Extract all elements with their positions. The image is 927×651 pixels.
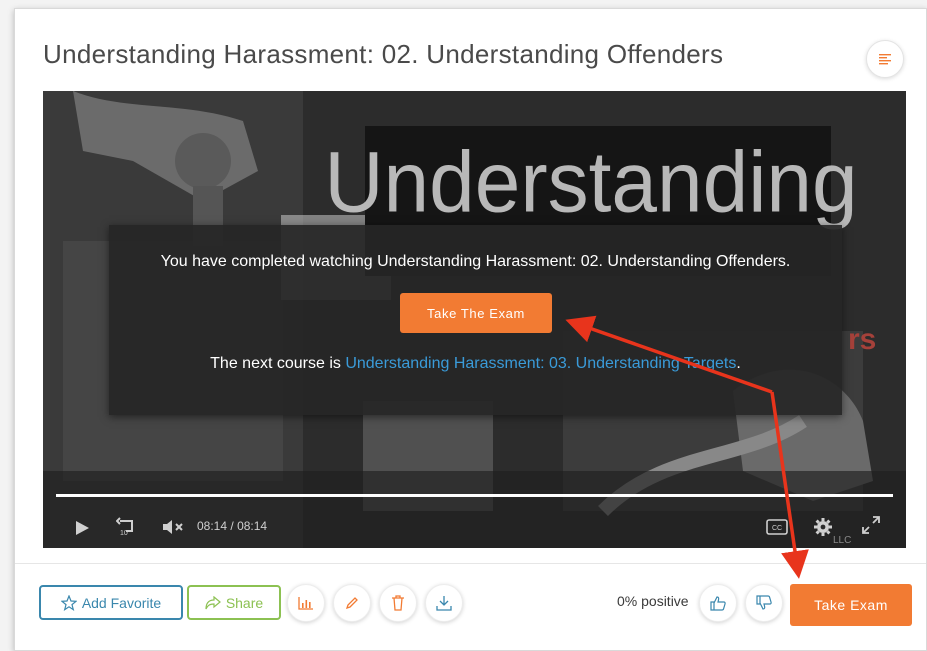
fullscreen-icon bbox=[862, 516, 880, 534]
completion-message: You have completed watching Understandin… bbox=[160, 253, 791, 270]
divider bbox=[15, 563, 926, 564]
replay-10-button[interactable]: 10 bbox=[115, 515, 139, 539]
share-label: Share bbox=[225, 594, 264, 611]
take-the-exam-button[interactable]: Take The Exam bbox=[400, 293, 552, 333]
thumbs-down-icon bbox=[756, 595, 772, 610]
edit-button[interactable] bbox=[333, 584, 371, 622]
like-button[interactable] bbox=[699, 584, 737, 622]
video-time: 08:14 / 08:14 bbox=[197, 519, 267, 533]
play-button[interactable] bbox=[71, 517, 93, 539]
time-separator: / bbox=[230, 519, 234, 533]
download-icon bbox=[436, 596, 452, 611]
mute-button[interactable] bbox=[161, 517, 187, 537]
share-button[interactable]: Share bbox=[187, 585, 281, 620]
next-course-suffix: . bbox=[736, 355, 741, 372]
add-favorite-button[interactable]: Add Favorite bbox=[39, 585, 183, 620]
thumbs-up-icon bbox=[710, 596, 726, 611]
positive-rating-text: 0% positive bbox=[617, 593, 689, 609]
table-of-contents-button[interactable] bbox=[866, 40, 904, 78]
next-course-prefix: The next course is bbox=[210, 355, 346, 372]
list-icon bbox=[879, 54, 891, 65]
dislike-button[interactable] bbox=[745, 584, 783, 622]
poster-fragment-text: rs bbox=[848, 323, 876, 356]
poster-title-text: Understanding bbox=[324, 134, 857, 230]
next-course-link[interactable]: Understanding Harassment: 03. Understand… bbox=[345, 355, 736, 372]
page-title: Understanding Harassment: 02. Understand… bbox=[43, 39, 724, 69]
fullscreen-button[interactable] bbox=[859, 513, 883, 537]
cc-label: CC bbox=[772, 525, 782, 532]
add-favorite-label: Add Favorite bbox=[81, 594, 162, 611]
settings-button[interactable] bbox=[811, 515, 835, 539]
video-player[interactable]: Understanding rs You have completed watc… bbox=[43, 91, 906, 548]
trash-icon bbox=[392, 595, 404, 611]
video-controls: 10 08:14 / 08:14 CC LLC bbox=[43, 509, 906, 546]
replay-10-icon: 10 bbox=[116, 517, 133, 537]
pencil-icon bbox=[345, 597, 358, 610]
video-progress-bar[interactable] bbox=[56, 494, 893, 497]
svg-text:10: 10 bbox=[120, 530, 128, 537]
stats-button[interactable] bbox=[287, 584, 325, 622]
play-icon bbox=[76, 521, 89, 535]
video-watermark: LLC bbox=[833, 535, 852, 546]
time-current: 08:14 bbox=[197, 519, 228, 533]
share-icon bbox=[205, 595, 221, 609]
mute-icon bbox=[163, 520, 183, 534]
captions-button[interactable]: CC bbox=[765, 517, 789, 537]
gear-icon bbox=[814, 518, 832, 536]
completion-overlay: You have completed watching Understandin… bbox=[109, 225, 842, 415]
delete-button[interactable] bbox=[379, 584, 417, 622]
course-card: Understanding Harassment: 02. Understand… bbox=[14, 8, 927, 651]
time-total: 08:14 bbox=[237, 519, 268, 533]
bar-chart-icon bbox=[298, 597, 313, 610]
download-button[interactable] bbox=[425, 584, 463, 622]
closed-captions-icon: CC bbox=[766, 519, 788, 535]
take-exam-button[interactable]: Take Exam bbox=[790, 584, 912, 626]
next-course-text: The next course is Understanding Harassm… bbox=[109, 355, 842, 373]
star-icon bbox=[60, 594, 77, 611]
